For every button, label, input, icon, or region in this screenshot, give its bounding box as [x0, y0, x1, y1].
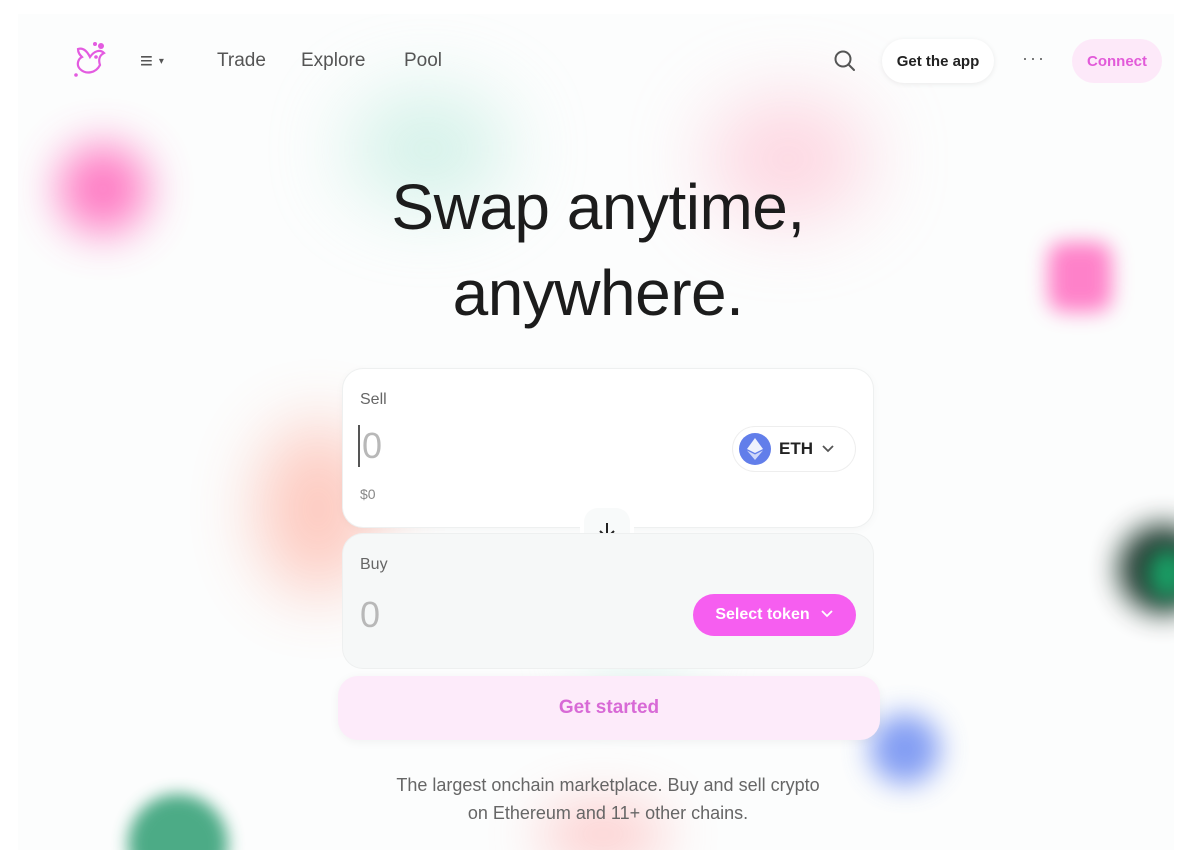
menu-button[interactable]: ≡ ▾: [140, 48, 164, 74]
nav-link-trade[interactable]: Trade: [217, 50, 266, 72]
decor-token-icon: [1048, 242, 1112, 312]
hero-line-2: anywhere.: [452, 257, 744, 329]
caret-down-icon: ▾: [158, 55, 164, 67]
tagline-line-1: The largest onchain marketplace. Buy and…: [396, 775, 820, 795]
decor-token-icon: [58, 144, 148, 234]
sell-token-selector[interactable]: ETH: [733, 427, 855, 471]
eth-logo-icon: [739, 433, 771, 465]
search-icon[interactable]: [832, 48, 858, 74]
select-token-button[interactable]: Select token: [693, 594, 856, 636]
sell-label: Sell: [360, 391, 387, 408]
tagline: The largest onchain marketplace. Buy and…: [318, 771, 898, 827]
chevron-down-icon: [821, 441, 835, 457]
more-dots-icon[interactable]: ···: [1022, 48, 1046, 69]
get-the-app-button[interactable]: Get the app: [882, 39, 994, 83]
sell-usd-value: $0: [360, 486, 376, 502]
menu-icon: ≡: [140, 48, 153, 73]
get-started-button[interactable]: Get started: [338, 676, 880, 740]
nav-link-pool[interactable]: Pool: [404, 50, 442, 72]
sell-amount-input[interactable]: 0: [358, 425, 382, 467]
select-token-label: Select token: [715, 606, 810, 623]
decor-token-icon: [128, 794, 228, 850]
tagline-line-2: on Ethereum and 11+ other chains.: [467, 803, 749, 823]
hero-line-1: Swap anytime,: [391, 171, 805, 243]
buy-amount-input[interactable]: 0: [360, 594, 380, 636]
chevron-down-icon: [820, 606, 834, 624]
top-nav: ≡ ▾ Trade Explore Pool Get the app ··· C…: [18, 38, 1174, 84]
page: ≡ ▾ Trade Explore Pool Get the app ··· C…: [18, 14, 1174, 850]
uniswap-logo-icon[interactable]: [68, 38, 112, 82]
buy-label: Buy: [360, 556, 388, 573]
nav-link-explore[interactable]: Explore: [301, 50, 365, 72]
hero-heading: Swap anytime, anywhere.: [268, 164, 928, 336]
sell-token-symbol: ETH: [779, 439, 813, 458]
buy-panel: Buy 0 Select token: [343, 534, 873, 668]
sell-panel: Sell 0 $0 ETH: [343, 369, 873, 527]
connect-button[interactable]: Connect: [1072, 39, 1162, 83]
